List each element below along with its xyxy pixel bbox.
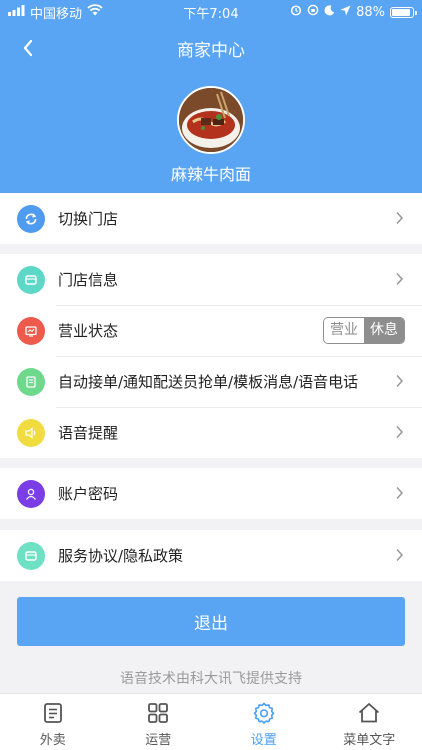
tab-menu-text[interactable]: 菜单文字 [317, 694, 422, 750]
tab-settings[interactable]: 设置 [211, 694, 317, 750]
group-store-settings: 门店信息 营业状态 营业 休息 自动接单/通知配送员抢单/模板消息/语音电话 语… [0, 254, 422, 458]
logout-button[interactable]: 退出 [17, 597, 405, 646]
row-account-password[interactable]: 账户密码 [0, 468, 422, 519]
row-business-status: 营业状态 营业 休息 [0, 305, 422, 356]
row-service-agreement[interactable]: 服务协议/隐私政策 [0, 530, 422, 581]
signal-icon [8, 4, 25, 20]
battery-icon [390, 6, 417, 18]
group-agreement: 服务协议/隐私政策 [0, 530, 422, 581]
row-label: 门店信息 [58, 271, 119, 289]
chevron-right-icon [396, 272, 404, 286]
row-label: 语音提醒 [58, 424, 119, 442]
row-auto-order[interactable]: 自动接单/通知配送员抢单/模板消息/语音电话 [0, 356, 422, 407]
header: 中国移动 下午7:04 88% 商家中心 麻辣牛肉面 [0, 0, 422, 193]
row-label: 自动接单/通知配送员抢单/模板消息/语音电话 [58, 373, 359, 391]
home-icon [359, 703, 380, 723]
tab-bar: 外卖 运营 设置 菜单文字 [0, 693, 422, 750]
business-status-toggle: 营业 休息 [323, 317, 405, 344]
toggle-open-option[interactable]: 营业 [324, 318, 364, 343]
row-label: 账户密码 [58, 485, 119, 503]
tab-label: 设置 [250, 733, 277, 748]
noodle-bowl-image [179, 88, 243, 152]
tab-operations[interactable]: 运营 [106, 694, 212, 750]
back-button[interactable] [12, 32, 44, 64]
status-bar: 中国移动 下午7:04 88% [0, 0, 422, 24]
gear-icon [253, 702, 275, 724]
group-switch-store: 切换门店 [0, 193, 422, 244]
rotation-lock-icon [307, 4, 319, 20]
toggle-rest-option[interactable]: 休息 [364, 318, 404, 343]
shop-name: 麻辣牛肉面 [170, 165, 251, 184]
chevron-right-icon [396, 374, 404, 388]
chevron-right-icon [396, 486, 404, 500]
location-icon [340, 5, 351, 20]
row-voice-reminder[interactable]: 语音提醒 [0, 407, 422, 458]
row-label: 服务协议/隐私政策 [58, 547, 184, 565]
battery-percent: 88% [356, 4, 385, 20]
order-icon [17, 367, 45, 396]
business-status-icon [17, 316, 45, 345]
tab-takeout[interactable]: 外卖 [0, 694, 106, 750]
tab-label: 外卖 [39, 733, 66, 748]
chevron-left-icon [23, 39, 33, 57]
wifi-icon [87, 4, 103, 20]
moon-icon [324, 4, 335, 20]
page-title: 商家中心 [177, 40, 245, 61]
document-icon [43, 703, 62, 723]
carrier-label: 中国移动 [30, 6, 83, 22]
grid-icon [148, 703, 169, 723]
row-switch-store[interactable]: 切换门店 [0, 193, 422, 244]
account-icon [17, 479, 45, 508]
switch-icon [17, 204, 45, 233]
shop-avatar[interactable] [177, 86, 245, 154]
nav-bar: 商家中心 [0, 28, 422, 68]
chevron-right-icon [396, 211, 404, 225]
footer-note: 语音技术由科大讯飞提供支持 [120, 671, 302, 687]
chevron-right-icon [396, 425, 404, 439]
row-label: 切换门店 [58, 210, 119, 228]
alarm-icon [290, 4, 302, 20]
voice-icon [17, 418, 45, 447]
tab-label: 菜单文字 [343, 733, 396, 748]
agreement-icon [17, 541, 45, 570]
tab-label: 运营 [145, 733, 172, 748]
store-icon [17, 265, 45, 294]
chevron-right-icon [396, 548, 404, 562]
row-store-info[interactable]: 门店信息 [0, 254, 422, 305]
group-account: 账户密码 [0, 468, 422, 519]
row-label: 营业状态 [58, 322, 119, 340]
